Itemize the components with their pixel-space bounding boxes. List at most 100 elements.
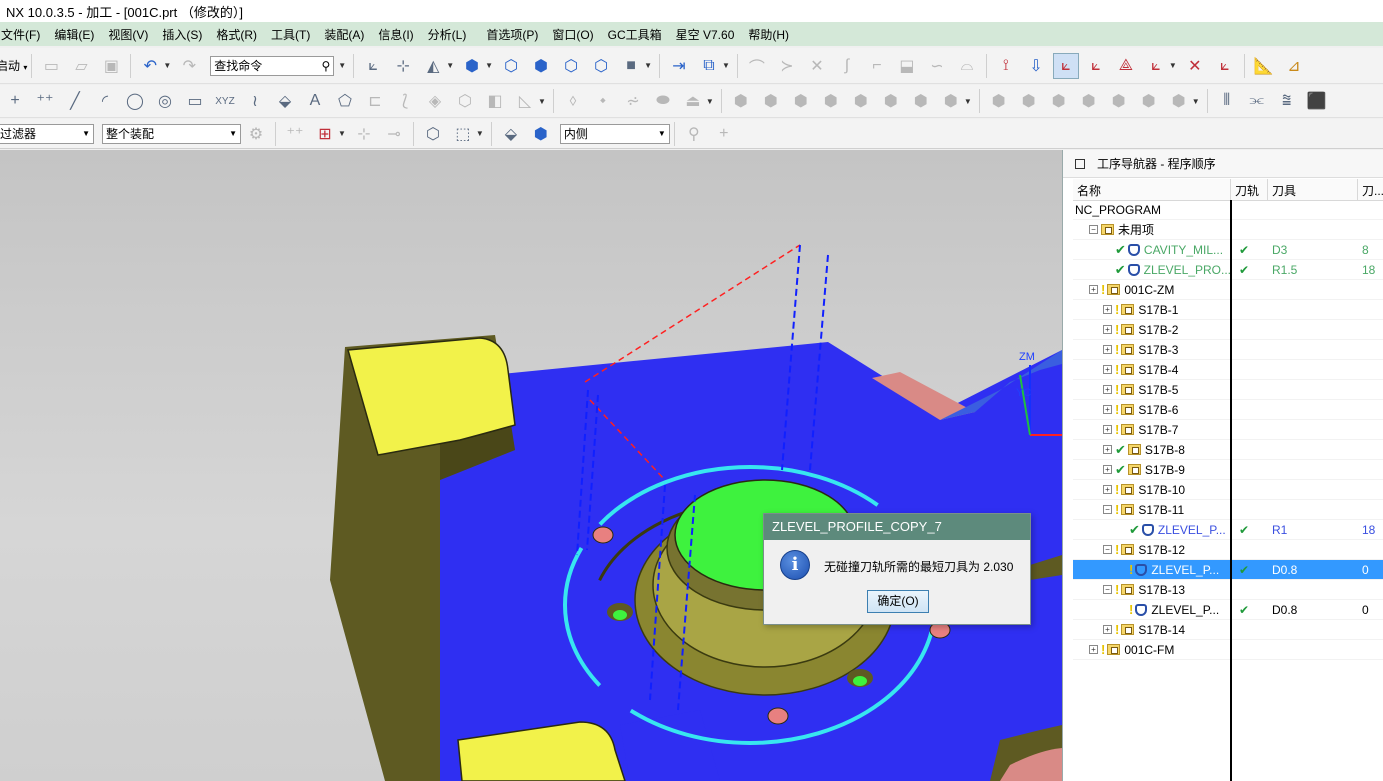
face-4-icon[interactable]: ⬢ xyxy=(1076,88,1102,114)
ruler-icon[interactable]: ⊿ xyxy=(1281,53,1307,79)
tree-row[interactable]: +! S17B-2 xyxy=(1073,320,1383,340)
spline-icon[interactable]: ◎ xyxy=(152,88,178,114)
select-filter-icon[interactable]: ⚙ xyxy=(243,121,269,147)
tree-row[interactable]: ! ZLEVEL_P... ✔ D0.8 0 xyxy=(1073,600,1383,620)
curve-op-1-icon[interactable]: ⊏ xyxy=(362,88,388,114)
project-icon[interactable]: ⬠ xyxy=(332,88,358,114)
expand-toggle-icon[interactable]: + xyxy=(1103,405,1112,414)
snap-grid-icon[interactable]: ⚲ xyxy=(681,121,707,147)
save-icon[interactable]: ▣ xyxy=(98,53,124,79)
curve-op-dropdown-icon[interactable]: ▼ xyxy=(538,97,546,106)
menu-format[interactable]: 格式(R) xyxy=(209,26,264,43)
analysis-1-icon[interactable]: ⫴ xyxy=(1214,88,1240,114)
offset-icon[interactable]: ⬙ xyxy=(272,88,298,114)
polygon-select-icon[interactable]: ⬡ xyxy=(420,121,446,147)
tree-row[interactable]: ✔ ZLEVEL_P... ✔ R1 18 xyxy=(1073,520,1383,540)
expand-toggle-icon[interactable]: + xyxy=(1103,345,1112,354)
analysis-4-icon[interactable]: ⬛ xyxy=(1304,88,1330,114)
rectangle-icon[interactable]: ▭ xyxy=(182,88,208,114)
expand-toggle-icon[interactable]: + xyxy=(1089,645,1098,654)
snap-mid-icon[interactable]: ⊸ xyxy=(381,121,407,147)
redo-icon[interactable]: ↷ xyxy=(176,53,202,79)
type-filter-select[interactable]: 过滤器 ▼ xyxy=(0,123,94,144)
select-body-icon[interactable]: ⬙ xyxy=(498,121,524,147)
col-number[interactable]: 刀... xyxy=(1358,179,1383,201)
sync-6-icon[interactable]: ⬢ xyxy=(878,88,904,114)
menu-edit[interactable]: 编辑(E) xyxy=(47,26,101,43)
curve-tool-8-icon[interactable]: ⌓ xyxy=(954,53,980,79)
undo-dropdown-icon[interactable]: ▼ xyxy=(163,61,171,70)
menu-assembly[interactable]: 装配(A) xyxy=(317,26,371,43)
start-menu[interactable]: 启动 ▾ xyxy=(0,57,27,74)
tree-row[interactable]: + ✔ S17B-8 xyxy=(1073,440,1383,460)
curve-op-5-icon[interactable]: ◧ xyxy=(482,88,508,114)
snap-dropdown-icon[interactable]: ▼ xyxy=(338,129,346,138)
layer-dropdown-icon[interactable]: ▼ xyxy=(722,61,730,70)
tree-row[interactable]: ✔ CAVITY_MIL... ✔ D3 8 xyxy=(1073,240,1383,260)
expand-toggle-icon[interactable]: + xyxy=(1089,285,1098,294)
arc-icon[interactable]: ◜ xyxy=(92,88,118,114)
ok-button[interactable]: 确定(O) xyxy=(867,590,929,613)
menu-analysis[interactable]: 分析(L) xyxy=(421,26,474,43)
curve-tool-2-icon[interactable]: ≻ xyxy=(774,53,800,79)
rect-select-icon[interactable]: ⬚ xyxy=(450,121,476,147)
solid-cube-icon[interactable]: ⬢ xyxy=(528,53,554,79)
surface-dropdown-icon[interactable]: ▼ xyxy=(706,97,714,106)
menu-insert[interactable]: 插入(S) xyxy=(155,26,209,43)
tree-row[interactable]: +! 001C-ZM xyxy=(1073,280,1383,300)
cube-view-icon[interactable]: ⬡ xyxy=(498,53,524,79)
datum-csys-icon[interactable]: ⟟ xyxy=(993,53,1019,79)
face-dropdown-icon[interactable]: ▼ xyxy=(1192,97,1200,106)
analysis-2-icon[interactable]: ⫘ xyxy=(1244,88,1270,114)
surface-1-icon[interactable]: ⬨ xyxy=(560,88,586,114)
face-2-icon[interactable]: ⬢ xyxy=(1016,88,1042,114)
sync-7-icon[interactable]: ⬢ xyxy=(908,88,934,114)
render-dropdown-icon[interactable]: ▼ xyxy=(446,61,454,70)
face-6-icon[interactable]: ⬢ xyxy=(1136,88,1162,114)
face-5-icon[interactable]: ⬢ xyxy=(1106,88,1132,114)
maximize-icon[interactable] xyxy=(1075,158,1085,169)
select-face-icon[interactable]: ⬢ xyxy=(528,121,554,147)
expand-toggle-icon[interactable]: + xyxy=(1103,425,1112,434)
menu-help[interactable]: 帮助(H) xyxy=(741,26,796,43)
view-dropdown-icon[interactable]: ▼ xyxy=(485,61,493,70)
col-tool[interactable]: 刀具 xyxy=(1268,179,1358,201)
new-file-icon[interactable]: ▭ xyxy=(38,53,64,79)
surface-2-icon[interactable]: ⬩ xyxy=(590,88,616,114)
wireframe-cube-icon[interactable]: ⬡ xyxy=(558,53,584,79)
xc-icon[interactable]: ✕ xyxy=(1182,53,1208,79)
expand-toggle-icon[interactable]: + xyxy=(1103,445,1112,454)
command-search-input[interactable]: 查找命令 ⚲ xyxy=(210,55,335,76)
sync-3-icon[interactable]: ⬢ xyxy=(788,88,814,114)
inside-select[interactable]: 内侧 ▼ xyxy=(559,123,670,144)
wcs-orient-icon[interactable]: ⟀ xyxy=(360,53,386,79)
search-dropdown-icon[interactable]: ▼ xyxy=(338,61,346,70)
layer-icon[interactable]: ⧉ xyxy=(696,53,722,79)
menu-window[interactable]: 窗口(O) xyxy=(545,26,600,43)
face-1-icon[interactable]: ⬢ xyxy=(986,88,1012,114)
yc-icon[interactable]: ⟀ xyxy=(1212,53,1238,79)
tree-row[interactable]: ! ZLEVEL_P... ✔ D0.8 0 xyxy=(1073,560,1383,580)
curve-op-3-icon[interactable]: ◈ xyxy=(422,88,448,114)
tree-row[interactable]: +! S17B-3 xyxy=(1073,340,1383,360)
sync-1-icon[interactable]: ⬢ xyxy=(728,88,754,114)
tree-row[interactable]: + ✔ S17B-9 xyxy=(1073,460,1383,480)
expand-toggle-icon[interactable]: + xyxy=(1103,625,1112,634)
wcs-dropdown-icon[interactable]: ▼ xyxy=(1169,61,1177,70)
wcs-dynamic-icon[interactable]: ⟀ xyxy=(1052,52,1079,79)
expand-toggle-icon[interactable]: + xyxy=(1103,325,1112,334)
expand-toggle-icon[interactable]: + xyxy=(1103,485,1112,494)
curve-tool-6-icon[interactable]: ⬓ xyxy=(894,53,920,79)
expand-toggle-icon[interactable]: − xyxy=(1089,225,1098,234)
wcs-rotate-icon[interactable]: ⟀ xyxy=(1083,53,1109,79)
save-csys-icon[interactable]: ⇩ xyxy=(1023,53,1049,79)
undo-icon[interactable]: ↶ xyxy=(137,53,163,79)
tree-row[interactable]: +! S17B-5 xyxy=(1073,380,1383,400)
sync-4-icon[interactable]: ⬢ xyxy=(818,88,844,114)
tree-row[interactable]: − 未用项 xyxy=(1073,220,1383,240)
sync-dropdown-icon[interactable]: ▼ xyxy=(964,97,972,106)
circle-icon[interactable]: ◯ xyxy=(122,88,148,114)
menu-gc-toolbox[interactable]: GC工具箱 xyxy=(601,26,669,43)
wcs-origin-icon[interactable]: ⊹ xyxy=(390,53,416,79)
snap-box-icon[interactable]: ⊞ xyxy=(312,121,338,147)
